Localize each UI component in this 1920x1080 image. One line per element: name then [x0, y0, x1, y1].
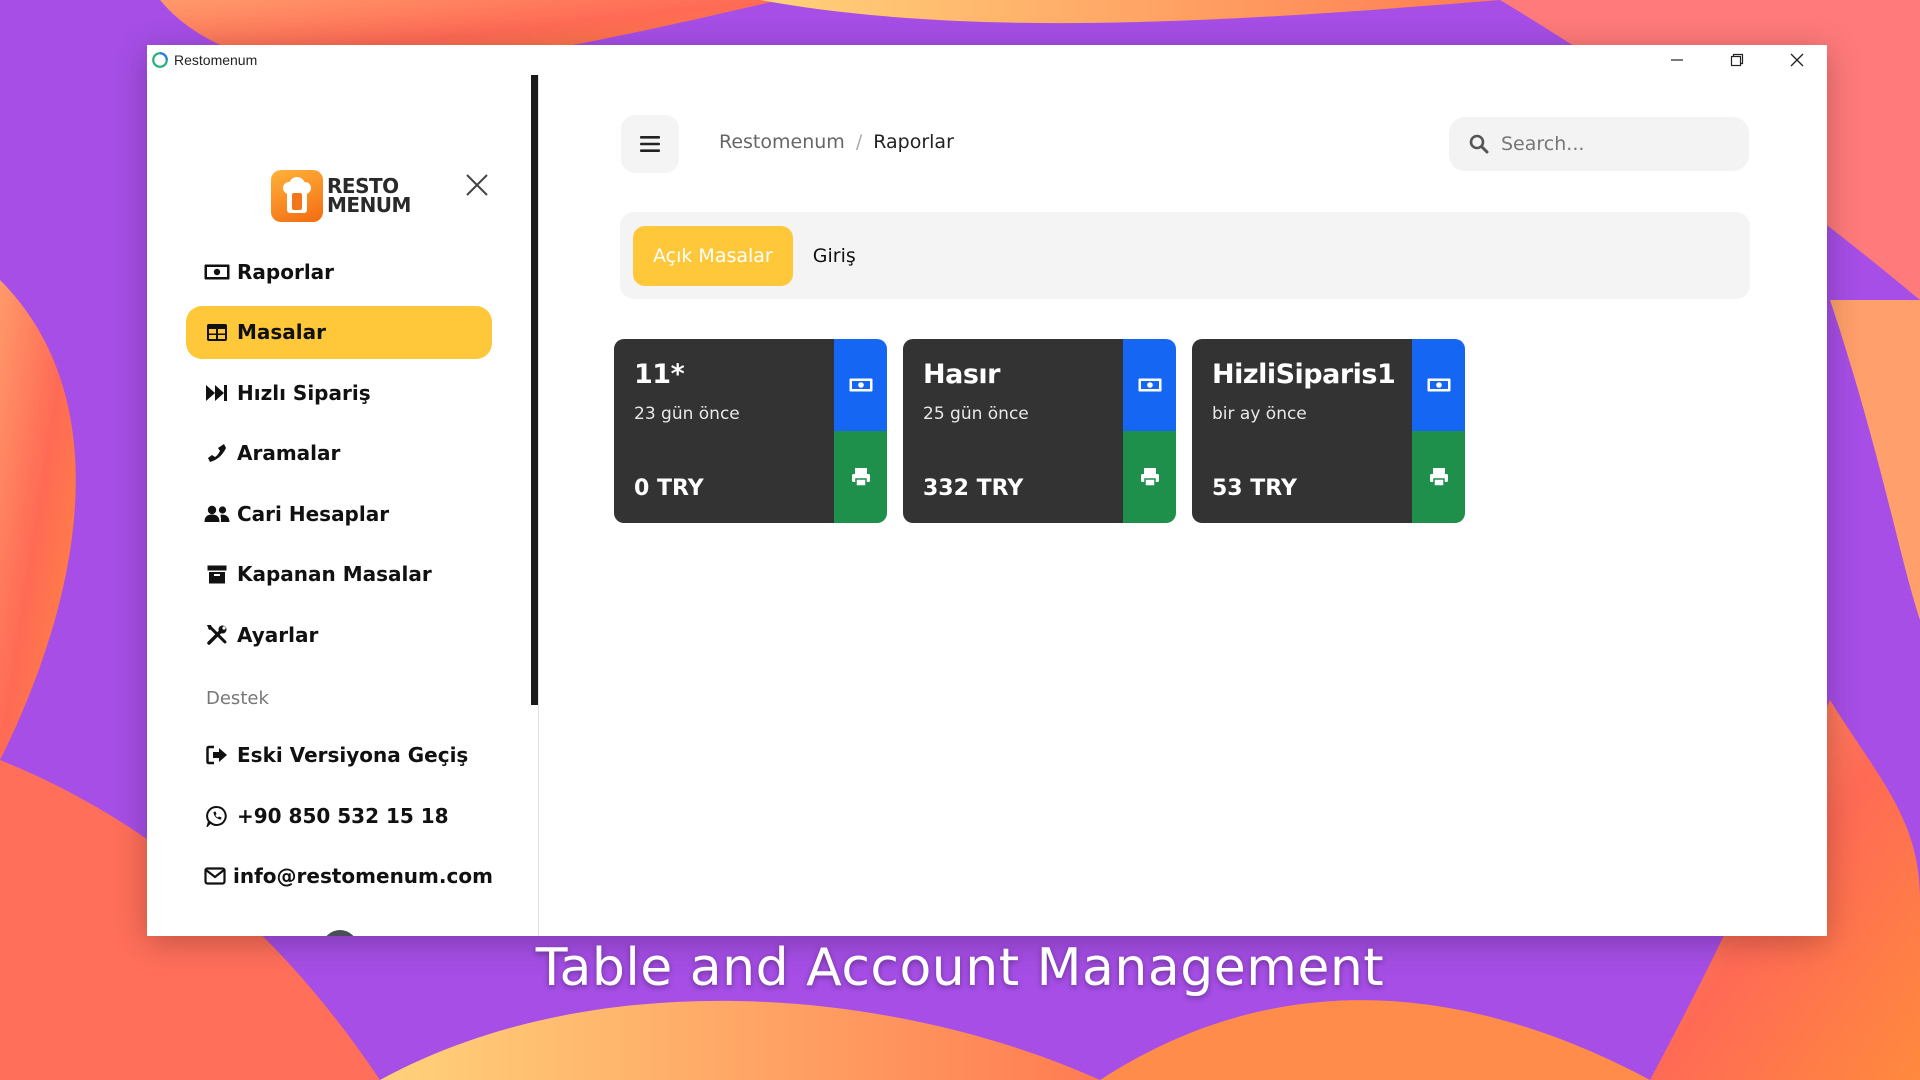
table-card[interactable]: Hasır 25 gün önce 332 TRY — [903, 339, 1176, 523]
print-button[interactable] — [834, 431, 887, 523]
sidebar-item-ayarlar[interactable]: Ayarlar — [186, 608, 492, 661]
money-bill-icon — [849, 378, 872, 392]
card-title: Hasır — [923, 359, 1000, 390]
close-icon — [1790, 53, 1804, 67]
support-item-email[interactable]: info@restomenum.com — [186, 850, 493, 903]
support-item-phone[interactable]: +90 850 532 15 18 — [186, 789, 492, 842]
sidebar-item-raporlar[interactable]: Raporlar — [186, 245, 492, 298]
table-card[interactable]: HizliSiparis1 bir ay önce 53 TRY — [1192, 339, 1465, 523]
sidebar-item-label: Kapanan Masalar — [237, 562, 432, 586]
table-icon — [204, 322, 230, 342]
search-box[interactable] — [1449, 117, 1749, 171]
tab-acik-masalar[interactable]: Açık Masalar — [633, 225, 793, 286]
print-icon — [851, 468, 870, 487]
tabs-bar: Açık Masalar Giriş — [620, 212, 1750, 299]
hamburger-icon — [640, 136, 660, 152]
print-icon — [1429, 468, 1448, 487]
table-card[interactable]: 11* 23 gün önce 0 TRY — [614, 339, 887, 523]
search-input[interactable] — [1501, 133, 1721, 155]
breadcrumb-current: Raporlar — [873, 131, 954, 153]
scroll-indicator[interactable] — [322, 930, 358, 936]
support-item-label: Eski Versiyona Geçiş — [237, 743, 469, 767]
close-window-button[interactable] — [1767, 45, 1827, 75]
window-controls — [1647, 45, 1827, 75]
print-button[interactable] — [1412, 431, 1465, 523]
users-icon — [204, 504, 230, 524]
card-time: 25 gün önce — [923, 404, 1029, 424]
hamburger-menu-button[interactable] — [621, 115, 679, 173]
money-bill-icon — [204, 262, 230, 282]
pay-button[interactable] — [834, 339, 887, 431]
card-body[interactable]: HizliSiparis1 bir ay önce 53 TRY — [1192, 339, 1412, 523]
sidebar-item-label: Masalar — [237, 320, 327, 344]
card-title: HizliSiparis1 — [1212, 359, 1396, 390]
card-amount: 53 TRY — [1212, 476, 1297, 501]
support-item-label: +90 850 532 15 18 — [237, 803, 449, 828]
money-bill-icon — [1427, 378, 1450, 392]
card-body[interactable]: Hasır 25 gün önce 332 TRY — [903, 339, 1123, 523]
sidebar: RESTO MENUM Raporlar Masalar Hızlı Sipar… — [147, 75, 532, 936]
sidebar-item-label: Cari Hesaplar — [237, 501, 390, 526]
sidebar-item-aramalar[interactable]: Aramalar — [186, 427, 492, 480]
sidebar-item-kapanan-masalar[interactable]: Kapanan Masalar — [186, 548, 492, 601]
sidebar-item-hizli-siparis[interactable]: Hızlı Sipariş — [186, 366, 492, 419]
sidebar-nav: Raporlar Masalar Hızlı Sipariş Aramalar — [186, 245, 493, 910]
breadcrumb: Restomenum / Raporlar — [719, 131, 954, 153]
card-actions — [834, 339, 887, 523]
sidebar-item-label: Aramalar — [237, 441, 341, 465]
support-item-label: info@restomenum.com — [233, 864, 493, 888]
support-section-label: Destek — [206, 688, 269, 709]
app-logo-icon — [152, 52, 168, 68]
money-bill-icon — [1138, 378, 1161, 392]
logo-line-2: MENUM — [327, 193, 411, 217]
archive-icon — [204, 564, 230, 584]
sidebar-item-label: Raporlar — [237, 259, 335, 284]
card-time: 23 gün önce — [634, 404, 740, 424]
window-title: Restomenum — [174, 52, 258, 68]
minimize-icon — [1671, 59, 1683, 61]
support-item-old-version[interactable]: Eski Versiyona Geçiş — [186, 729, 492, 782]
card-time: bir ay önce — [1212, 404, 1307, 424]
breadcrumb-root[interactable]: Restomenum — [719, 131, 845, 153]
chef-hat-logo-icon — [271, 170, 323, 222]
table-cards: 11* 23 gün önce 0 TRY Hasır 25 gün önce … — [614, 339, 1465, 523]
tab-giris[interactable]: Giriş — [793, 226, 876, 286]
promo-caption: Table and Account Management — [535, 938, 1385, 998]
print-button[interactable] — [1123, 431, 1176, 523]
envelope-icon — [204, 866, 226, 886]
card-amount: 0 TRY — [634, 476, 704, 501]
pay-button[interactable] — [1123, 339, 1176, 431]
sidebar-item-label: Ayarlar — [237, 622, 319, 647]
sidebar-item-cari-hesaplar[interactable]: Cari Hesaplar — [186, 487, 492, 540]
print-icon — [1140, 468, 1159, 487]
tools-icon — [204, 624, 230, 645]
restore-icon — [1730, 53, 1744, 67]
minimize-button[interactable] — [1647, 45, 1707, 75]
phone-icon — [204, 443, 230, 463]
fast-forward-icon — [204, 383, 230, 403]
card-actions — [1412, 339, 1465, 523]
logo-text: RESTO MENUM — [327, 176, 411, 217]
card-amount: 332 TRY — [923, 476, 1024, 501]
whatsapp-icon — [204, 805, 230, 827]
sidebar-item-masalar[interactable]: Masalar — [186, 305, 492, 359]
sidebar-item-label: Hızlı Sipariş — [237, 380, 371, 405]
brand-logo[interactable]: RESTO MENUM — [271, 170, 411, 222]
sign-out-icon — [204, 745, 230, 765]
close-sidebar-icon[interactable] — [464, 172, 490, 198]
sidebar-divider — [538, 75, 539, 936]
card-title: 11* — [634, 359, 685, 390]
card-actions — [1123, 339, 1176, 523]
restore-button[interactable] — [1707, 45, 1767, 75]
card-body[interactable]: 11* 23 gün önce 0 TRY — [614, 339, 834, 523]
search-icon — [1469, 134, 1489, 154]
app-window: Restomenum RESTO MENUM Raporlar Masalar … — [147, 45, 1827, 936]
breadcrumb-separator: / — [855, 131, 863, 153]
title-bar: Restomenum — [147, 45, 1827, 75]
pay-button[interactable] — [1412, 339, 1465, 431]
